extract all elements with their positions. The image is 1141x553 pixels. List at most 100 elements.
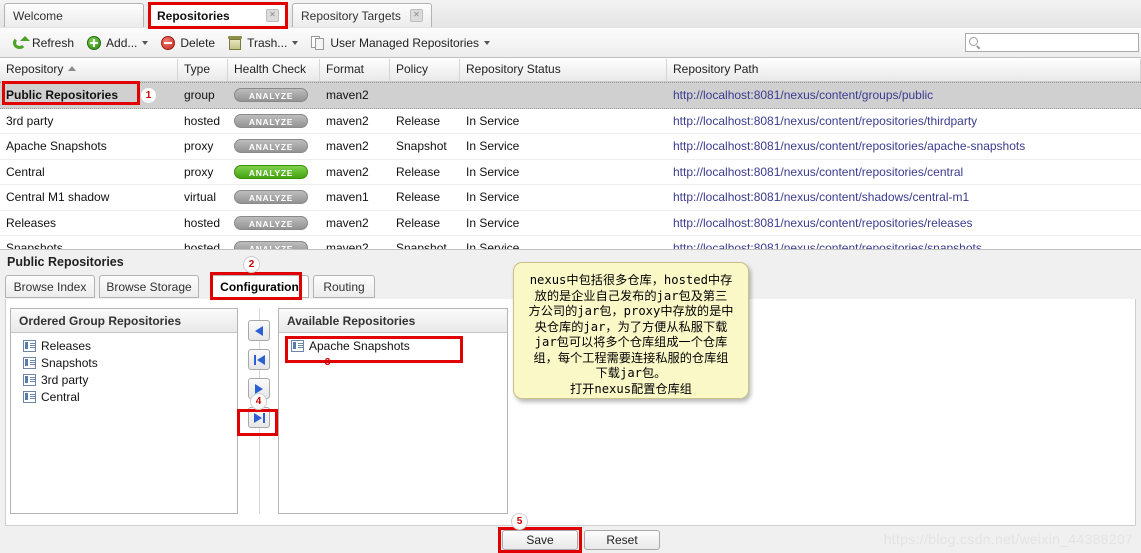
cell-path[interactable]: http://localhost:8081/nexus/content/repo… [667,216,1141,230]
search-box[interactable] [965,33,1139,52]
list-item-label: Releases [41,338,92,353]
list-item[interactable]: Apache Snapshots [279,337,507,354]
refresh-label: Refresh [32,35,75,50]
list-item-label: Apache Snapshots [309,338,410,353]
table-row[interactable]: Apache Snapshots proxy ANALYZE maven2 Sn… [0,134,1141,160]
delete-label: Delete [180,35,216,50]
tab-repositories[interactable]: Repositories ✕ [148,3,288,27]
column-header-repository[interactable]: Repository [0,59,178,81]
arrow-right-icon [255,383,263,394]
repository-icon [291,339,304,352]
cell-format: maven2 [326,139,369,154]
cell-format: maven2 [326,215,369,230]
save-button[interactable]: Save [502,530,578,550]
close-icon[interactable]: ✕ [266,9,279,22]
cell-format: maven1 [326,190,369,205]
column-header-format[interactable]: Format [320,59,390,81]
column-header-repository-status[interactable]: Repository Status [460,59,667,81]
column-header-policy[interactable]: Policy [390,59,460,81]
list-item[interactable]: Central [11,388,237,405]
analyze-badge[interactable]: ANALYZE [234,139,308,154]
cell-path[interactable]: http://localhost:8081/nexus/content/repo… [667,139,1141,153]
cell-policy: Release [396,190,441,205]
tab-repository-targets[interactable]: Repository Targets ✕ [292,3,432,27]
cell-path[interactable]: http://localhost:8081/nexus/content/repo… [667,241,1141,249]
delete-button[interactable]: Delete [154,31,221,55]
column-header-type[interactable]: Type [178,59,228,81]
callout-badge-2: 2 [243,256,260,273]
cell-health-check: ANALYZE [228,139,320,154]
analyze-badge[interactable]: ANALYZE [234,215,308,230]
refresh-icon [12,35,30,51]
cell-path[interactable]: http://localhost:8081/nexus/content/shad… [667,190,1141,204]
trash-button[interactable]: Trash... [221,31,304,55]
annotation-tooltip: nexus中包括很多仓库，hosted中存 放的是企业自己发布的jar包及第三 … [513,262,749,399]
cell-health-check: ANALYZE [228,241,320,249]
analyze-badge[interactable]: ANALYZE [234,88,308,103]
plus-circle-icon [86,35,102,51]
tab-routing[interactable]: Routing [313,275,375,298]
tab-welcome[interactable]: Welcome [4,3,144,27]
tab-browse-index[interactable]: Browse Index [5,275,95,298]
tab-browse-storage-label: Browse Storage [106,279,192,294]
cell-format: maven2 [326,241,369,250]
analyze-badge[interactable]: ANALYZE [234,190,308,205]
callout-badge-1: 1 [140,87,157,104]
search-input[interactable] [985,35,1129,50]
cell-repository: Central M1 shadow [6,190,110,205]
tab-welcome-label: Welcome [13,8,63,23]
cell-status: In Service [466,190,520,205]
cell-policy: Release [396,113,441,128]
cell-type: virtual [184,190,217,205]
move-all-left-button[interactable] [248,349,270,370]
tooltip-line: 方公司的jar包，proxy中存放的是中 [528,304,734,318]
cell-health-check: ANALYZE [228,190,320,205]
tooltip-line: 央仓库的jar，为了方便从私服下载 [534,319,728,334]
save-button-label: Save [526,533,554,547]
user-managed-label: User Managed Repositories [330,35,480,50]
cell-type: hosted [184,113,221,128]
cell-path[interactable]: http://localhost:8081/nexus/content/grou… [667,88,1141,102]
cell-repository: Snapshots [6,241,63,250]
arrow-right-all-icon [253,412,262,423]
cell-policy: Snapshot [396,139,447,154]
cell-policy: Release [396,164,441,179]
list-item[interactable]: 3rd party [11,371,237,388]
tab-configuration[interactable]: Configuration [210,275,309,298]
cell-type: proxy [184,139,214,154]
table-row[interactable]: 3rd party hosted ANALYZE maven2 Release … [0,109,1141,134]
reset-button-label: Reset [606,533,638,547]
cell-type: group [184,88,215,103]
move-all-right-button[interactable] [248,407,270,428]
trash-label: Trash... [247,35,288,50]
analyze-badge[interactable]: ANALYZE [234,241,308,249]
move-left-button[interactable] [248,320,270,341]
repository-icon [23,356,36,369]
user-managed-repositories-button[interactable]: User Managed Repositories [304,31,496,55]
cell-path[interactable]: http://localhost:8081/nexus/content/repo… [667,114,1141,128]
analyze-badge[interactable]: ANALYZE [234,113,308,128]
cell-status: In Service [466,215,520,230]
column-header-health-check[interactable]: Health Check [228,59,320,81]
refresh-button[interactable]: Refresh [6,31,80,55]
table-row[interactable]: Releases hosted ANALYZE maven2 Release I… [0,211,1141,236]
list-item[interactable]: Releases [11,337,237,354]
reset-button[interactable]: Reset [584,530,660,550]
close-icon[interactable]: ✕ [410,9,423,22]
table-row[interactable]: Central proxy ANALYZE maven2 Release In … [0,160,1141,185]
analyze-badge[interactable]: ANALYZE [234,164,308,179]
table-row[interactable]: Snapshots hosted ANALYZE maven2 Snapshot… [0,236,1141,250]
add-button[interactable]: Add... [80,31,154,55]
cell-health-check: ANALYZE [228,113,320,128]
table-row[interactable]: Central M1 shadow virtual ANALYZE maven1… [0,185,1141,211]
column-header-repository-path[interactable]: Repository Path [667,59,1141,81]
cell-format: maven2 [326,88,369,103]
tab-browse-storage[interactable]: Browse Storage [99,275,199,298]
repository-icon [23,339,36,352]
chevron-down-icon [142,40,149,45]
list-item[interactable]: Snapshots [11,354,237,371]
table-row[interactable]: Public Repositories group ANALYZE maven2… [0,82,1141,109]
column-label: Repository [6,62,64,76]
cell-path[interactable]: http://localhost:8081/nexus/content/repo… [667,165,1141,179]
cell-type: hosted [184,215,221,230]
